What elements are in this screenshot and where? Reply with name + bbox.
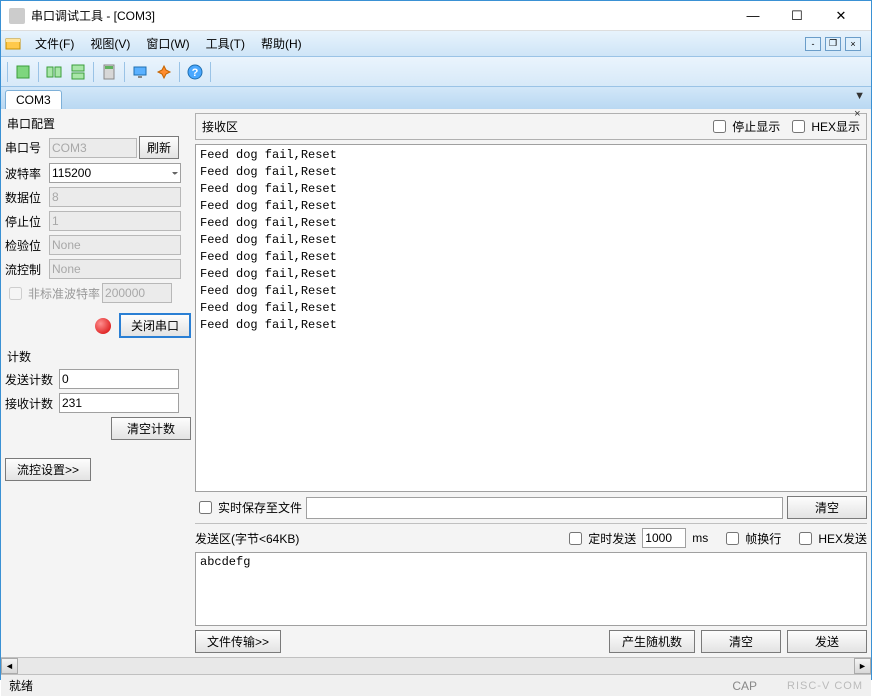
horizontal-scrollbar[interactable]: ◄ ► — [1, 657, 871, 674]
hex-display-label: HEX显示 — [811, 118, 860, 135]
statusbar: 就绪 CAP RISC-V COM — [1, 674, 871, 696]
tab-com3[interactable]: COM3 — [5, 90, 62, 109]
timed-send-label: 定时发送 — [588, 530, 636, 547]
tool-calc-icon[interactable] — [98, 61, 120, 83]
parity-select[interactable]: None — [49, 235, 181, 255]
parity-label: 检验位 — [5, 237, 47, 254]
menu-icon — [5, 36, 21, 52]
clear-counts-button[interactable]: 清空计数 — [111, 417, 191, 440]
baud-select[interactable]: 115200 — [49, 163, 181, 183]
menubar: 文件(F) 视图(V) 窗口(W) 工具(T) 帮助(H) - ❐ × — [1, 31, 871, 57]
scroll-right-icon[interactable]: ► — [854, 658, 871, 674]
menu-file[interactable]: 文件(F) — [27, 32, 82, 55]
tool-new-icon[interactable] — [12, 61, 34, 83]
tool-help-icon[interactable]: ? — [184, 61, 206, 83]
save-realtime-label: 实时保存至文件 — [218, 499, 302, 516]
app-icon — [9, 8, 25, 24]
hex-send-label: HEX发送 — [818, 530, 867, 547]
file-transfer-button[interactable]: 文件传输>> — [195, 630, 281, 653]
rx-textarea[interactable]: Feed dog fail,Reset Feed dog fail,Reset … — [195, 144, 867, 492]
status-caps: CAP — [732, 679, 757, 693]
menu-window[interactable]: 窗口(W) — [138, 32, 197, 55]
mdi-restore[interactable]: ❐ — [825, 37, 841, 51]
nonstd-checkbox[interactable] — [9, 287, 22, 300]
random-button[interactable]: 产生随机数 — [609, 630, 695, 653]
config-title: 串口配置 — [5, 113, 191, 134]
save-file-field[interactable] — [306, 497, 783, 519]
minimize-button[interactable]: — — [731, 2, 775, 30]
wrap-checkbox[interactable] — [726, 532, 739, 545]
tool-pin-icon[interactable] — [153, 61, 175, 83]
save-realtime-checkbox[interactable] — [199, 501, 212, 514]
close-port-button[interactable]: 关闭串口 — [119, 313, 191, 338]
titlebar: 串口调试工具 - [COM3] — ☐ ✕ — [1, 1, 871, 31]
tool-tile-v-icon[interactable] — [67, 61, 89, 83]
nonstd-label: 非标准波特率 — [28, 285, 100, 302]
clear-tx-button[interactable]: 清空 — [701, 630, 781, 653]
flow-label: 流控制 — [5, 261, 47, 278]
tool-monitor-icon[interactable] — [129, 61, 151, 83]
timed-send-checkbox[interactable] — [569, 532, 582, 545]
clear-rx-button[interactable]: 清空 — [787, 496, 867, 519]
menu-tools[interactable]: 工具(T) — [198, 32, 253, 55]
databits-select[interactable]: 8 — [49, 187, 181, 207]
databits-label: 数据位 — [5, 189, 47, 206]
tx-title: 发送区(字节<64KB) — [195, 530, 299, 547]
baud-label: 波特率 — [5, 165, 47, 182]
mdi-minimize[interactable]: - — [805, 37, 821, 51]
nonstd-select[interactable]: 200000 — [102, 283, 172, 303]
svg-text:?: ? — [192, 67, 199, 79]
tabstrip: COM3 ▼ × — [1, 87, 871, 109]
watermark: RISC-V COM — [787, 680, 863, 692]
wrap-label: 帧换行 — [745, 530, 781, 547]
ms-label: ms — [692, 531, 708, 545]
stopbits-select[interactable]: 1 — [49, 211, 181, 231]
counts-title: 计数 — [5, 346, 191, 367]
close-button[interactable]: ✕ — [819, 2, 863, 30]
menu-help[interactable]: 帮助(H) — [253, 32, 310, 55]
recv-count-label: 接收计数 — [5, 395, 57, 412]
rx-title: 接收区 — [202, 118, 238, 135]
hex-send-checkbox[interactable] — [799, 532, 812, 545]
stop-display-checkbox[interactable] — [713, 120, 726, 133]
window-title: 串口调试工具 - [COM3] — [31, 7, 731, 24]
status-dot-icon — [95, 318, 111, 334]
stopbits-label: 停止位 — [5, 213, 47, 230]
interval-field[interactable] — [642, 528, 686, 548]
mdi-close[interactable]: × — [845, 37, 861, 51]
tab-close-icon[interactable]: × — [854, 108, 865, 120]
toolbar: ? — [1, 57, 871, 87]
menu-view[interactable]: 视图(V) — [82, 32, 138, 55]
tx-textarea[interactable]: abcdefg — [195, 552, 867, 626]
recv-count-field[interactable] — [59, 393, 179, 413]
tool-tile-h-icon[interactable] — [43, 61, 65, 83]
send-count-field[interactable] — [59, 369, 179, 389]
flowctl-button[interactable]: 流控设置>> — [5, 458, 91, 481]
scroll-left-icon[interactable]: ◄ — [1, 658, 18, 674]
port-label: 串口号 — [5, 139, 47, 156]
tx-header: 发送区(字节<64KB) 定时发送 ms 帧换行 HEX发送 — [195, 523, 867, 548]
tab-dropdown-icon[interactable]: ▼ — [854, 90, 865, 102]
rx-header: 接收区 停止显示 HEX显示 — [195, 113, 867, 140]
send-button[interactable]: 发送 — [787, 630, 867, 653]
maximize-button[interactable]: ☐ — [775, 2, 819, 30]
stop-display-label: 停止显示 — [732, 118, 780, 135]
flow-select[interactable]: None — [49, 259, 181, 279]
port-select[interactable]: COM3 — [49, 138, 137, 158]
refresh-button[interactable]: 刷新 — [139, 136, 179, 159]
hex-display-checkbox[interactable] — [792, 120, 805, 133]
send-count-label: 发送计数 — [5, 371, 57, 388]
